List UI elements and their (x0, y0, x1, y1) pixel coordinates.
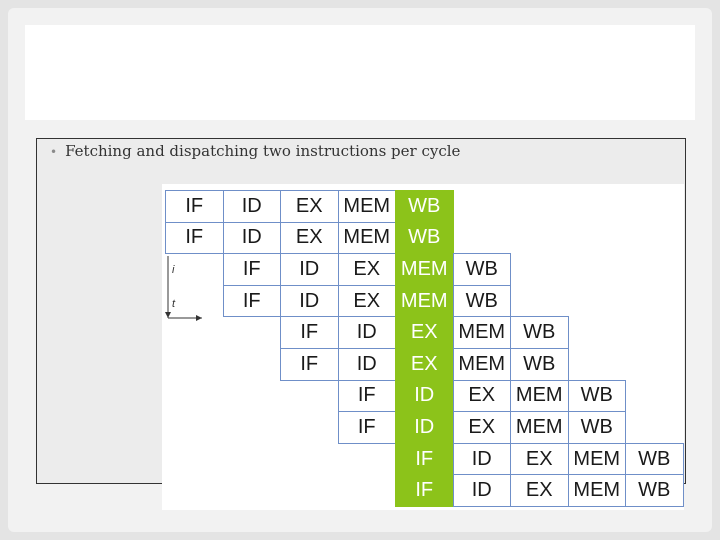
pipeline-stage-ex: EX (395, 348, 454, 381)
pipeline-stage-if: IF (395, 442, 454, 476)
pipeline-stage-id: ID (395, 411, 454, 444)
pipeline-stage-ex: EX (395, 316, 454, 349)
pipeline-stage-ex: EX (280, 221, 339, 255)
pipeline-stage-id: ID (222, 190, 281, 223)
title-placeholder (25, 25, 695, 120)
pipeline-stage-mem: MEM (567, 474, 626, 507)
bullet-item: • Fetching and dispatching two instructio… (50, 142, 460, 160)
pipeline-stage-if: IF (165, 190, 224, 223)
pipeline-stage-id: ID (280, 253, 339, 286)
pipeline-stage-id: ID (337, 316, 396, 349)
axis-label-i: i (172, 264, 175, 276)
horizontal-arrow-icon (196, 315, 202, 321)
pipeline-stage-wb: WB (567, 379, 626, 413)
pipeline-stage-wb: WB (510, 348, 569, 381)
pipeline-stage-id: ID (280, 284, 339, 318)
pipeline-stage-wb: WB (395, 221, 454, 255)
pipeline-stage-mem: MEM (510, 379, 569, 413)
pipeline-stage-mem: MEM (337, 221, 396, 255)
pipeline-stage-wb: WB (452, 253, 511, 286)
pipeline-stage-ex: EX (452, 379, 511, 413)
axis-label-t: t (172, 298, 176, 310)
pipeline-stage-id: ID (337, 348, 396, 381)
bullet-text: Fetching and dispatching two instruction… (65, 142, 461, 160)
pipeline-stage-id: ID (452, 474, 511, 507)
pipeline-stage-wb: WB (452, 284, 511, 318)
pipeline-stage-if: IF (337, 411, 396, 444)
pipeline-stage-id: ID (452, 442, 511, 476)
pipeline-stage-ex: EX (510, 442, 569, 476)
pipeline-stage-mem: MEM (395, 253, 454, 286)
pipeline-stage-ex: EX (452, 411, 511, 444)
pipeline-stage-mem: MEM (452, 316, 511, 349)
pipeline-stage-if: IF (280, 316, 339, 349)
pipeline-stage-if: IF (280, 348, 339, 381)
pipeline-stage-ex: EX (510, 474, 569, 507)
pipeline-stage-id: ID (222, 221, 281, 255)
pipeline-stage-if: IF (222, 253, 281, 286)
pipeline-stage-if: IF (395, 474, 454, 507)
pipeline-stage-mem: MEM (567, 442, 626, 476)
pipeline-stage-if: IF (337, 379, 396, 413)
pipeline-stage-ex: EX (337, 253, 396, 286)
pipeline-stage-ex: EX (337, 284, 396, 318)
pipeline-stage-wb: WB (510, 316, 569, 349)
bullet-icon: • (50, 145, 58, 159)
pipeline-stage-mem: MEM (510, 411, 569, 444)
pipeline-stage-mem: MEM (395, 284, 454, 318)
pipeline-stage-mem: MEM (337, 190, 396, 223)
axis-arrows (165, 256, 202, 321)
pipeline-stage-wb: WB (625, 442, 684, 476)
pipeline-stage-if: IF (222, 284, 281, 318)
pipeline-stage-if: IF (165, 221, 224, 255)
pipeline-stage-wb: WB (567, 411, 626, 444)
pipeline-stage-mem: MEM (452, 348, 511, 381)
pipeline-stage-ex: EX (280, 190, 339, 223)
pipeline-stage-id: ID (395, 379, 454, 413)
pipeline-stage-wb: WB (625, 474, 684, 507)
pipeline-diagram: i t IF ID EX MEM WB IF ID EX MEM WB IF ID EX MEM WB IF I… (162, 184, 684, 510)
pipeline-stage-wb: WB (395, 190, 454, 223)
vertical-arrow-icon (165, 312, 171, 318)
